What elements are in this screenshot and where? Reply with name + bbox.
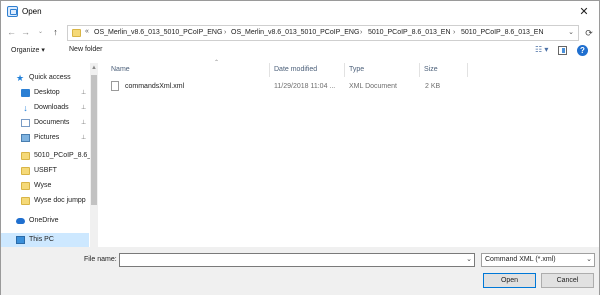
folder-icon — [72, 29, 81, 37]
sidebar-item-label: USBFT — [34, 167, 57, 174]
sidebar-item-downloads[interactable]: ↓ Downloads ⊥ — [1, 101, 89, 115]
sidebar-item-label: OneDrive — [29, 217, 59, 224]
sidebar-item-onedrive[interactable]: OneDrive — [1, 214, 89, 228]
cloud-icon — [16, 218, 25, 224]
folder-icon — [21, 167, 30, 175]
file-type: XML Document — [349, 83, 397, 90]
title-bar: Open ✕ — [1, 1, 599, 23]
pin-icon: ⊥ — [81, 135, 87, 141]
star-icon: ★ — [16, 73, 25, 83]
breadcrumb-separator[interactable]: › — [453, 29, 455, 36]
close-button[interactable]: ✕ — [577, 5, 591, 19]
change-view-icon[interactable]: ☷ ▾ — [535, 45, 548, 54]
file-row[interactable]: commandsXml.xml 11/29/2018 11:04 ... XML… — [109, 80, 441, 94]
address-dropdown-icon[interactable]: ⌄ — [568, 28, 574, 36]
column-header-name[interactable]: Name — [111, 66, 130, 73]
sidebar-item-quick-access[interactable]: ★ Quick access — [1, 71, 89, 85]
sidebar-item-this-pc[interactable]: This PC — [1, 233, 89, 247]
chevron-down-icon[interactable]: ⌄ — [466, 255, 472, 263]
sidebar-item-label: Documents — [34, 119, 70, 126]
scroll-up-icon[interactable]: ▲ — [90, 65, 98, 71]
column-divider[interactable] — [467, 63, 468, 77]
folder-icon — [21, 182, 30, 190]
xml-file-icon — [111, 81, 119, 91]
organize-button[interactable]: Organize ▾ — [11, 46, 45, 54]
breadcrumb-item[interactable]: 5010_PCoIP_8.6_013_EN — [368, 29, 451, 36]
address-bar[interactable]: « OS_Merlin_v8.6_013_5010_PCoIP_ENG › OS… — [67, 25, 579, 41]
breadcrumb-item[interactable]: OS_Merlin_v8.6_013_5010_PCoIP_ENG — [231, 29, 359, 36]
column-header-date-modified[interactable]: Date modified — [274, 66, 317, 73]
refresh-icon[interactable]: ⟳ — [583, 27, 595, 39]
help-icon[interactable]: ? — [577, 45, 588, 56]
sidebar-item-usbft[interactable]: USBFT — [1, 164, 89, 178]
folder-icon — [21, 152, 30, 160]
sidebar-item-label: 5010_PCoIP_8.6_ — [34, 152, 92, 159]
breadcrumb-separator[interactable]: › — [224, 29, 226, 36]
new-folder-button[interactable]: New folder — [69, 46, 102, 53]
file-date: 11/29/2018 11:04 ... — [274, 83, 336, 90]
column-header-size[interactable]: Size — [424, 66, 438, 73]
desktop-icon — [21, 89, 30, 97]
file-name-input[interactable]: ⌄ — [119, 253, 475, 267]
column-divider[interactable] — [344, 63, 345, 77]
navigation-pane: ★ Quick access Desktop ⊥ ↓ Downloads ⊥ D… — [1, 63, 98, 247]
sidebar-item-5010-pcoip[interactable]: 5010_PCoIP_8.6_ — [1, 149, 92, 163]
column-divider[interactable] — [419, 63, 420, 77]
pin-icon: ⊥ — [81, 90, 87, 96]
chevron-down-icon: ⌄ — [586, 256, 592, 263]
pin-icon: ⊥ — [81, 105, 87, 111]
sidebar-item-wyse[interactable]: Wyse — [1, 179, 89, 193]
pictures-icon — [21, 134, 30, 142]
file-type-select[interactable]: Command XML (*.xml) ⌄ — [481, 253, 595, 267]
recent-locations-icon[interactable]: ⌄ — [35, 27, 46, 38]
sidebar-item-pictures[interactable]: Pictures ⊥ — [1, 131, 89, 145]
column-divider[interactable] — [269, 63, 270, 77]
sidebar-item-label: Quick access — [29, 74, 71, 81]
sidebar-item-label: Pictures — [34, 134, 60, 141]
dialog-title: Open — [22, 7, 42, 16]
forward-icon[interactable]: → — [20, 27, 31, 38]
sidebar-item-label: Wyse doc jumpp — [34, 197, 86, 204]
breadcrumb-item[interactable]: 5010_PCoIP_8.6_013_EN — [461, 29, 544, 36]
open-dialog: Open ✕ ← → ⌄ ↑ « OS_Merlin_v8.6_013_5010… — [0, 0, 600, 295]
sidebar-item-label: Desktop — [34, 89, 60, 96]
sidebar-item-wyse-doc[interactable]: Wyse doc jumpp — [1, 194, 89, 208]
sidebar-item-documents[interactable]: Documents ⊥ — [1, 116, 89, 130]
preview-pane-icon[interactable] — [558, 46, 567, 55]
sidebar-item-label: Downloads — [34, 104, 69, 111]
file-name: commandsXml.xml — [125, 83, 185, 90]
cancel-button[interactable]: Cancel — [541, 273, 594, 288]
column-header-type[interactable]: Type — [349, 66, 364, 73]
file-name-label: File name: — [84, 256, 117, 263]
computer-icon — [16, 236, 25, 244]
folder-icon — [21, 197, 30, 205]
address-overflow-icon[interactable]: « — [85, 28, 89, 35]
sidebar-item-desktop[interactable]: Desktop ⊥ — [1, 86, 89, 100]
back-icon[interactable]: ← — [6, 27, 17, 38]
downloads-icon: ↓ — [23, 103, 28, 113]
sidebar-item-label: Wyse — [34, 182, 52, 189]
open-button[interactable]: Open — [483, 273, 536, 288]
file-size: 2 KB — [425, 83, 441, 90]
dialog-footer: File name: ⌄ Command XML (*.xml) ⌄ Open … — [1, 247, 599, 295]
sidebar-item-label: This PC — [29, 236, 54, 243]
breadcrumb-separator[interactable]: › — [360, 29, 362, 36]
file-list: ⌃ Name Date modified Type Size commandsX… — [101, 59, 599, 247]
breadcrumb-item[interactable]: OS_Merlin_v8.6_013_5010_PCoIP_ENG — [94, 29, 222, 36]
pin-icon: ⊥ — [81, 120, 87, 126]
command-toolbar: Organize ▾ New folder ☷ ▾ ? — [1, 43, 599, 59]
scrollbar-thumb[interactable] — [91, 75, 97, 205]
navigation-bar: ← → ⌄ ↑ « OS_Merlin_v8.6_013_5010_PCoIP_… — [1, 23, 599, 43]
sort-ascending-icon: ⌃ — [214, 60, 220, 66]
dialog-app-icon — [7, 6, 18, 17]
file-type-value: Command XML (*.xml) — [485, 256, 556, 263]
documents-icon — [21, 119, 30, 127]
up-folder-icon[interactable]: ↑ — [50, 27, 61, 38]
